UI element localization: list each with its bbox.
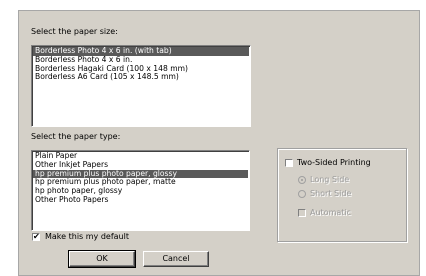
paper-type-label: Select the paper type: <box>31 132 121 141</box>
two-sided-checkbox[interactable] <box>285 159 293 167</box>
list-item[interactable]: Borderless A6 Card (105 x 148.5 mm) <box>33 73 249 82</box>
paper-dialog: Select the paper size: Borderless Photo … <box>18 10 420 276</box>
automatic-checkbox[interactable] <box>298 209 306 217</box>
cancel-button[interactable]: Cancel <box>143 251 209 267</box>
automatic-label: Automatic <box>310 208 352 217</box>
paper-size-label: Select the paper size: <box>31 27 118 36</box>
make-default-checkbox[interactable]: ✔ <box>32 232 40 241</box>
make-default-label: Make this my default <box>45 232 129 241</box>
paper-size-list[interactable]: Borderless Photo 4 x 6 in. (with tab) Bo… <box>31 45 251 127</box>
long-side-label: Long Side <box>310 175 350 184</box>
short-side-label: Short Side <box>310 189 352 198</box>
list-item[interactable]: Other Photo Papers <box>33 195 248 205</box>
short-side-radio[interactable] <box>298 190 306 198</box>
radio-selected-dot <box>301 179 303 181</box>
checkmark-icon: ✔ <box>33 232 40 241</box>
long-side-radio[interactable] <box>298 176 306 184</box>
ok-button[interactable]: OK <box>68 250 136 268</box>
two-sided-label: Two-Sided Printing <box>297 158 371 167</box>
paper-type-list[interactable]: Plain Paper Other Inkjet Papers hp premi… <box>31 150 250 231</box>
